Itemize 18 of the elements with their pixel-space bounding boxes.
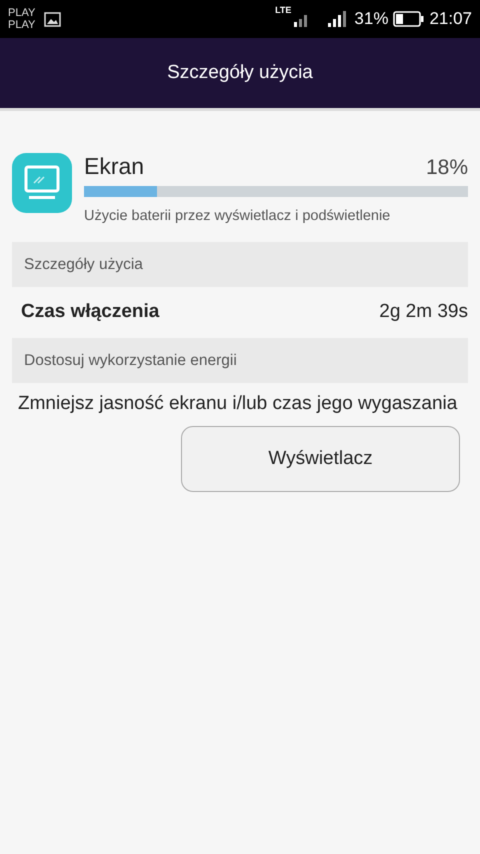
battery-percent: 31% xyxy=(354,9,388,29)
hint-text: Zmniejsz jasność ekranu i/lub czas jego wygaszania xyxy=(18,392,458,416)
usage-percent: 18% xyxy=(426,156,468,180)
monitor-icon xyxy=(12,153,72,213)
carrier-name: PLAY xyxy=(8,19,36,31)
screen-title: Szczegóły użycia xyxy=(167,62,313,84)
network-type: LTE xyxy=(275,5,292,15)
battery-icon xyxy=(393,11,424,27)
section-title: Dostosuj wykorzystanie energii xyxy=(24,352,237,370)
carrier-name: PLAY xyxy=(8,7,36,19)
app-description: Użycie baterii przez wyświetlacz i podświetlenie xyxy=(84,208,392,224)
app-name: Ekran xyxy=(84,153,144,180)
section-title: Szczegóły użycia xyxy=(24,256,143,274)
display-button[interactable]: Wyświetlacz xyxy=(181,426,460,492)
clock: 21:07 xyxy=(429,9,472,29)
image-icon xyxy=(44,12,62,26)
row-value: 2g 2m 39s xyxy=(379,301,468,323)
row-label: Czas włączenia xyxy=(21,301,160,323)
